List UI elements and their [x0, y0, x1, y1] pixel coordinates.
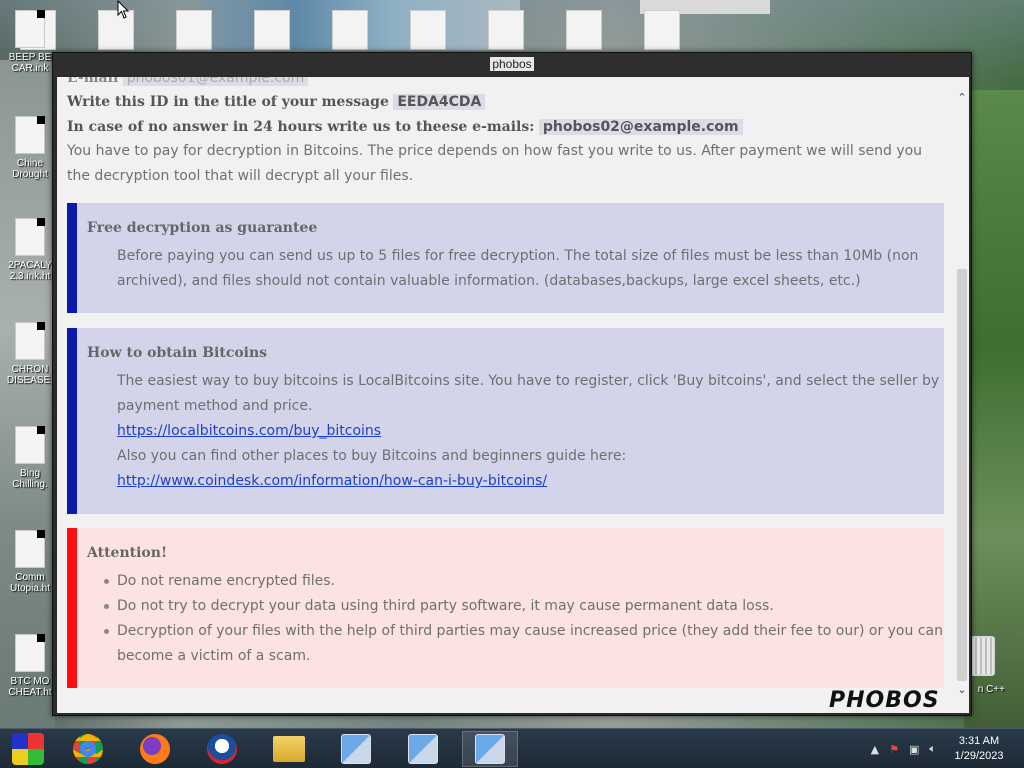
- computer-app-icon: [408, 734, 438, 764]
- desktop-icon-beep[interactable]: BEEP BE CAR.ink: [2, 10, 58, 74]
- attention-box: Attention! Do not rename encrypted files…: [67, 528, 944, 688]
- mouse-cursor-icon: [117, 0, 130, 19]
- email-label: E-mail: [67, 77, 119, 86]
- desktop-file-icon[interactable]: [644, 10, 680, 50]
- desktop-file-icon[interactable]: [566, 10, 602, 50]
- chevron-up-icon[interactable]: ⌃: [957, 92, 967, 103]
- ransom-note-content[interactable]: E-mail phobos01@example.com Write this I…: [57, 77, 969, 713]
- desktop-icon-chron[interactable]: CHRON DISEASE.: [2, 322, 58, 386]
- alt-email-line: In case of no answer in 24 hours write u…: [67, 118, 743, 136]
- taskbar-app-3[interactable]: [462, 731, 518, 767]
- document-icon: [15, 530, 45, 568]
- desktop-icon-comm[interactable]: Comm Utopia.ht: [2, 530, 58, 594]
- chevron-down-icon[interactable]: ⌄: [957, 684, 967, 695]
- desktop-file-icon[interactable]: [488, 10, 524, 50]
- attention-item: Decryption of your files with the help o…: [104, 619, 947, 669]
- obtain-bitcoins-desc: The easiest way to buy bitcoins is Local…: [117, 373, 940, 414]
- computer-app-icon: [475, 734, 505, 764]
- clock[interactable]: 3:31 AM 1/29/2023: [946, 734, 1012, 764]
- desktop-icon-label: BEEP BE CAR.ink: [8, 52, 52, 74]
- email-line: E-mail phobos01@example.com: [67, 77, 309, 87]
- network-icon[interactable]: ▣: [909, 743, 919, 756]
- id-label: Write this ID in the title of your messa…: [67, 94, 389, 110]
- alt-email-value[interactable]: phobos02@example.com: [538, 119, 743, 135]
- desktop-file-icon[interactable]: [254, 10, 290, 50]
- desktop-icon-label: BTC MO CHEAT.ht: [8, 676, 52, 698]
- desktop-file-icon[interactable]: [332, 10, 368, 50]
- obama-logo-icon: [207, 734, 237, 764]
- desktop-icon-label: Comm Utopia.ht: [9, 572, 51, 594]
- vertical-scrollbar[interactable]: ⌃ ⌄: [955, 89, 969, 699]
- clock-time: 3:31 AM: [958, 735, 1000, 747]
- system-tray: ▲ ⚑ ▣ 🔈︎ 3:31 AM 1/29/2023: [871, 733, 1012, 765]
- desktop-icon-2pacaly[interactable]: 2PACALY 2.3.ink.ht: [2, 218, 58, 282]
- free-decryption-title: Free decryption as guarantee: [87, 220, 318, 236]
- start-icon: [12, 733, 44, 765]
- document-icon: [15, 116, 45, 154]
- attention-item: Do not try to decrypt your data using th…: [104, 594, 947, 619]
- document-icon: [15, 322, 45, 360]
- wallpaper-trees: [964, 90, 1024, 730]
- start-button[interactable]: [0, 731, 56, 767]
- window-title: phobos: [490, 57, 534, 71]
- victim-id[interactable]: EEDA4CDA: [393, 94, 486, 110]
- free-decryption-text: Before paying you can send us up to 5 fi…: [117, 248, 919, 289]
- desktop-icon-bing[interactable]: Bing Chilling.: [2, 426, 58, 490]
- obtain-bitcoins-desc-2: Also you can find other places to buy Bi…: [117, 448, 627, 464]
- firefox-icon: [140, 734, 170, 764]
- attention-title: Attention!: [87, 545, 168, 561]
- document-icon: [15, 10, 45, 48]
- ransom-note-window[interactable]: phobos E-mail phobos01@example.com Write…: [52, 52, 972, 716]
- taskbar-file-explorer[interactable]: [261, 731, 317, 767]
- coindesk-link[interactable]: http://www.coindesk.com/information/how-…: [117, 473, 547, 489]
- obtain-bitcoins-box: How to obtain Bitcoins The easiest way t…: [67, 328, 944, 514]
- alt-email-label: In case of no answer in 24 hours write u…: [67, 119, 535, 135]
- chrome-icon: [73, 734, 103, 764]
- desktop-icon-label: 2PACALY 2.3.ink.ht: [8, 260, 52, 282]
- desktop-icon-btc[interactable]: BTC MO CHEAT.ht: [2, 634, 58, 698]
- attention-list: Do not rename encrypted files. Do not tr…: [104, 569, 947, 669]
- computer-app-icon: [341, 734, 371, 764]
- desktop-icon-label: CHRON DISEASE.: [6, 364, 54, 386]
- obtain-bitcoins-text: The easiest way to buy bitcoins is Local…: [117, 369, 947, 494]
- folder-icon: [273, 736, 305, 762]
- taskbar-obama[interactable]: [194, 731, 250, 767]
- desktop-file-icon[interactable]: [410, 10, 446, 50]
- desktop-icon-label: Chine Drought: [12, 158, 48, 180]
- attention-item: Do not rename encrypted files.: [104, 569, 947, 594]
- document-icon: [15, 634, 45, 672]
- obtain-bitcoins-title: How to obtain Bitcoins: [87, 345, 268, 361]
- id-line: Write this ID in the title of your messa…: [67, 93, 486, 111]
- chevron-up-icon[interactable]: ▲: [871, 743, 879, 756]
- taskbar-app-1[interactable]: [328, 731, 384, 767]
- scrollbar-thumb[interactable]: [957, 269, 967, 681]
- phobos-logo: PHOBOS: [829, 688, 940, 713]
- email-value[interactable]: phobos01@example.com: [122, 77, 309, 86]
- taskbar-app-2[interactable]: [395, 731, 451, 767]
- window-titlebar[interactable]: phobos: [53, 53, 971, 75]
- localbitcoins-link[interactable]: https://localbitcoins.com/buy_bitcoins: [117, 423, 381, 439]
- desktop-icon-label: Bing Chilling.: [12, 468, 48, 490]
- desktop-file-icon[interactable]: [176, 10, 212, 50]
- clock-date: 1/29/2023: [954, 750, 1004, 762]
- desktop-icon-chine[interactable]: Chine Drought: [2, 116, 58, 180]
- document-icon: [15, 218, 45, 256]
- free-decryption-box: Free decryption as guarantee Before payi…: [67, 203, 944, 313]
- flag-alert-icon[interactable]: ⚑: [889, 743, 899, 756]
- payment-intro: You have to pay for decryption in Bitcoi…: [67, 143, 923, 184]
- document-icon: [15, 426, 45, 464]
- speaker-icon[interactable]: 🔈︎: [929, 742, 936, 756]
- taskbar: ▲ ⚑ ▣ 🔈︎ 3:31 AM 1/29/2023: [0, 728, 1024, 768]
- taskbar-chrome[interactable]: [60, 731, 116, 767]
- taskbar-firefox[interactable]: [127, 731, 183, 767]
